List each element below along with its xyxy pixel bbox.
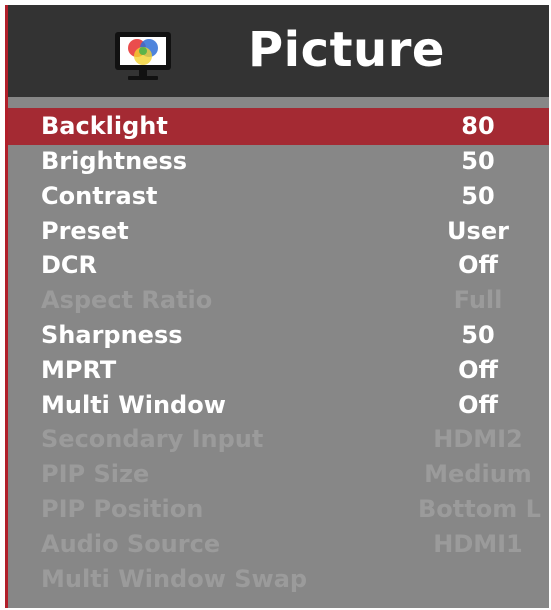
menu-item-backlight[interactable]: Backlight 80 bbox=[8, 108, 549, 145]
menu-item-label: Audio Source bbox=[41, 529, 221, 558]
menu-header: Picture bbox=[8, 5, 549, 97]
menu-item-value: Off bbox=[458, 390, 498, 419]
menu-item-label: Contrast bbox=[41, 181, 158, 210]
monitor-color-icon bbox=[115, 32, 171, 80]
menu-item-value: HDMI1 bbox=[433, 529, 523, 558]
menu-item-value: Full bbox=[453, 286, 503, 315]
menu-item-label: Secondary Input bbox=[41, 425, 264, 454]
menu-item-label: Brightness bbox=[41, 147, 188, 175]
menu-item-label: MPRT bbox=[41, 355, 117, 384]
menu-item-audio-source: Audio Source HDMI1 bbox=[8, 526, 549, 561]
menu-item-multi-window[interactable]: Multi Window Off bbox=[8, 387, 549, 422]
menu-item-label: Sharpness bbox=[41, 320, 183, 349]
menu-item-value: 50 bbox=[461, 320, 495, 349]
menu-item-contrast[interactable]: Contrast 50 bbox=[8, 178, 549, 213]
menu-item-sharpness[interactable]: Sharpness 50 bbox=[8, 317, 549, 352]
menu-item-multi-window-swap: Multi Window Swap bbox=[8, 561, 549, 596]
menu-item-label: DCR bbox=[41, 251, 98, 280]
menu-item-value: Off bbox=[458, 355, 498, 384]
menu-item-value: User bbox=[447, 216, 509, 245]
menu-item-label: Preset bbox=[41, 216, 129, 245]
menu-item-value: 80 bbox=[461, 112, 495, 140]
menu-item-preset[interactable]: Preset User bbox=[8, 213, 549, 248]
menu-item-label: Backlight bbox=[41, 112, 168, 140]
menu-item-secondary-input: Secondary Input HDMI2 bbox=[8, 421, 549, 456]
menu-item-value: Medium bbox=[424, 460, 532, 489]
menu-item-label: Multi Window Swap bbox=[41, 564, 308, 593]
menu-list: Backlight 80 Brightness 50 Contrast 50 P… bbox=[8, 108, 549, 595]
menu-item-label: PIP Position bbox=[41, 494, 204, 523]
menu-item-label: Aspect Ratio bbox=[41, 286, 213, 315]
menu-item-pip-size: PIP Size Medium bbox=[8, 456, 549, 491]
menu-item-label: Multi Window bbox=[41, 390, 226, 419]
menu-item-value: 50 bbox=[461, 147, 495, 175]
menu-item-value: Off bbox=[458, 251, 498, 280]
menu-item-label: PIP Size bbox=[41, 460, 150, 489]
menu-item-value: HDMI2 bbox=[433, 425, 523, 454]
menu-item-pip-position: PIP Position Bottom L bbox=[8, 491, 549, 526]
menu-item-brightness[interactable]: Brightness 50 bbox=[8, 143, 549, 178]
menu-item-mprt[interactable]: MPRT Off bbox=[8, 352, 549, 387]
menu-item-value: Bottom L bbox=[418, 494, 541, 523]
menu-item-aspect-ratio: Aspect Ratio Full bbox=[8, 282, 549, 317]
osd-menu-window: Picture Backlight 80 Brightness 50 Contr… bbox=[5, 5, 549, 608]
menu-item-dcr[interactable]: DCR Off bbox=[8, 247, 549, 282]
page-title: Picture bbox=[248, 22, 445, 78]
menu-item-value: 50 bbox=[461, 181, 495, 210]
